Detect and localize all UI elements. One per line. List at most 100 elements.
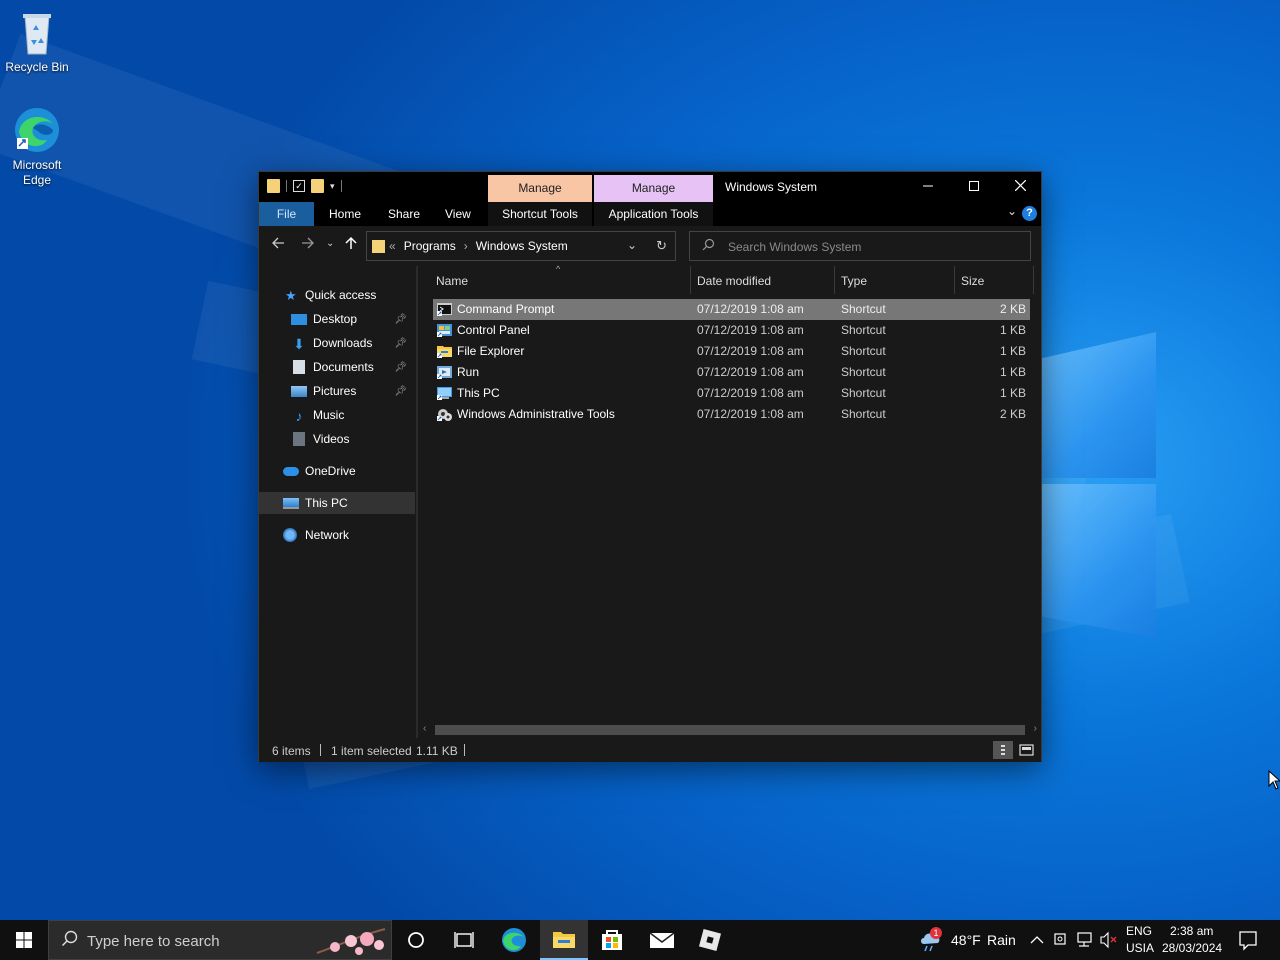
maximize-button[interactable] <box>951 172 997 202</box>
column-header-date[interactable]: Date modified <box>697 274 771 288</box>
search-input[interactable] <box>728 238 1018 256</box>
nav-item-pictures[interactable]: Pictures 📌︎ <box>259 380 415 402</box>
file-date-modified: 07/12/2019 1:08 am <box>697 386 804 400</box>
horizontal-scrollbar[interactable]: ‹ › <box>419 722 1041 738</box>
refresh-icon[interactable]: ↻ <box>656 238 667 254</box>
close-button[interactable] <box>997 172 1043 202</box>
column-resize-handle[interactable] <box>954 266 955 294</box>
new-folder-icon[interactable] <box>311 179 324 193</box>
scrollbar-thumb[interactable] <box>435 725 1025 735</box>
nav-item-videos[interactable]: Videos <box>259 428 415 450</box>
desktop-icon-recycle-bin[interactable]: Recycle Bin <box>0 8 74 75</box>
nav-item-documents[interactable]: Documents 📌︎ <box>259 356 415 378</box>
nav-item-onedrive[interactable]: OneDrive <box>259 460 415 482</box>
back-button[interactable] <box>271 236 285 254</box>
ethernet-icon <box>1077 932 1092 947</box>
column-resize-handle[interactable] <box>834 266 835 294</box>
task-view-button[interactable] <box>440 920 488 960</box>
tab-view[interactable]: View <box>445 202 471 226</box>
customize-toolbar-icon[interactable]: ▾ <box>330 181 335 192</box>
tab-home[interactable]: Home <box>329 202 361 226</box>
address-dropdown-icon[interactable]: ⌄ <box>627 238 637 252</box>
tab-share[interactable]: Share <box>388 202 420 226</box>
search-box[interactable] <box>689 231 1031 261</box>
nav-item-desktop[interactable]: Desktop 📌︎ <box>259 308 415 330</box>
details-view-button[interactable] <box>993 741 1013 759</box>
help-icon[interactable]: ? <box>1022 206 1037 221</box>
properties-check-icon[interactable]: ✓ <box>293 180 305 192</box>
taskbar-store[interactable] <box>588 920 636 960</box>
nav-item-network[interactable]: Network <box>259 524 415 546</box>
cortana-button[interactable] <box>392 920 440 960</box>
file-row[interactable]: File Explorer 07/12/2019 1:08 am Shortcut 1… <box>433 341 1030 362</box>
taskbar-roblox[interactable] <box>686 920 734 960</box>
meet-now-button[interactable] <box>1052 920 1070 960</box>
nav-item-music[interactable]: ♪ Music <box>259 404 415 426</box>
show-hidden-icons-button[interactable] <box>1028 920 1046 960</box>
context-tab-manage-application[interactable]: Manage <box>594 175 713 202</box>
file-row[interactable]: Control Panel 07/12/2019 1:08 am Shortcut 1… <box>433 320 1030 341</box>
taskbar-file-explorer[interactable] <box>540 920 588 960</box>
pane-divider[interactable] <box>416 266 418 738</box>
scroll-right-icon[interactable]: › <box>1034 723 1037 734</box>
nav-item-label: Quick access <box>305 288 377 302</box>
column-header-type[interactable]: Type <box>841 274 867 288</box>
input-language-button[interactable]: ENG USIA <box>1124 920 1156 960</box>
start-button[interactable] <box>0 920 48 960</box>
column-header-size[interactable]: Size <box>961 274 984 288</box>
breadcrumb-windows-system[interactable]: Windows System <box>476 239 568 253</box>
taskbar-edge[interactable] <box>490 920 538 960</box>
nav-item-downloads[interactable]: ⬇ Downloads 📌︎ <box>259 332 415 354</box>
search-icon <box>702 238 715 254</box>
network-status-button[interactable] <box>1076 920 1094 960</box>
pin-icon[interactable]: 📌︎ <box>394 314 407 325</box>
file-row[interactable]: Run 07/12/2019 1:08 am Shortcut 1 KB <box>433 362 1030 383</box>
taskbar-mail[interactable] <box>638 920 686 960</box>
weather-widget[interactable]: 1 48°F Rain <box>916 920 1020 960</box>
action-center-button[interactable] <box>1236 920 1260 960</box>
pin-icon[interactable]: 📌︎ <box>394 362 407 373</box>
pin-icon[interactable]: 📌︎ <box>394 338 407 349</box>
divider <box>340 180 342 192</box>
breadcrumb-programs[interactable]: Programs <box>404 239 456 253</box>
quick-access-toolbar: ✓ ▾ <box>267 179 342 193</box>
column-header-name[interactable]: Name <box>436 274 468 288</box>
file-row[interactable]: Windows Administrative Tools 07/12/2019 1… <box>433 404 1030 425</box>
desktop-icon-edge[interactable]: Microsoft Edge <box>0 106 74 188</box>
forward-button[interactable] <box>301 236 315 254</box>
notification-icon <box>1239 931 1257 951</box>
expand-ribbon-chevron-icon[interactable]: ⌄ <box>1007 204 1017 218</box>
tab-application-tools[interactable]: Application Tools <box>594 202 713 226</box>
volume-button[interactable] <box>1100 920 1118 960</box>
minimize-button[interactable] <box>905 172 951 202</box>
file-date-modified: 07/12/2019 1:08 am <box>697 365 804 379</box>
file-type: Shortcut <box>841 302 886 316</box>
navigation-bar: ⌄ « Programs › Windows System ⌄ ↻ <box>259 226 1041 266</box>
taskbar-search-box[interactable] <box>48 920 392 960</box>
pin-icon[interactable]: 📌︎ <box>394 386 407 397</box>
tab-shortcut-tools[interactable]: Shortcut Tools <box>488 202 592 226</box>
file-row[interactable]: This PC 07/12/2019 1:08 am Shortcut 1 KB <box>433 383 1030 404</box>
volume-muted-icon <box>1100 931 1117 949</box>
taskbar-search-input[interactable] <box>87 931 307 951</box>
explorer-window[interactable]: ✓ ▾ Manage Manage Windows System File Ho… <box>258 171 1042 762</box>
clock[interactable]: 2:38 am 28/03/2024 <box>1160 920 1226 960</box>
column-resize-handle[interactable] <box>1033 266 1034 294</box>
tab-file[interactable]: File <box>259 202 314 226</box>
column-resize-handle[interactable] <box>690 266 691 294</box>
file-row[interactable]: Command Prompt 07/12/2019 1:08 am Shortcut… <box>433 299 1030 320</box>
breadcrumb-overflow[interactable]: « <box>389 239 396 253</box>
context-tab-manage-shortcut[interactable]: Manage <box>488 175 592 202</box>
large-icons-view-button[interactable] <box>1017 741 1037 759</box>
up-button[interactable] <box>344 236 358 254</box>
nav-item-quick-access[interactable]: ★ Quick access <box>259 284 415 306</box>
title-bar[interactable]: ✓ ▾ Manage Manage Windows System <box>259 172 1041 202</box>
store-bag-icon <box>602 930 622 950</box>
file-name: Command Prompt <box>457 302 555 316</box>
mail-icon <box>649 932 675 948</box>
nav-item-this-pc[interactable]: This PC <box>259 492 415 514</box>
scroll-left-icon[interactable]: ‹ <box>423 723 426 734</box>
star-icon: ★ <box>285 288 297 303</box>
recent-locations-button[interactable]: ⌄ <box>326 238 334 249</box>
address-bar[interactable]: « Programs › Windows System ⌄ ↻ <box>366 231 676 261</box>
